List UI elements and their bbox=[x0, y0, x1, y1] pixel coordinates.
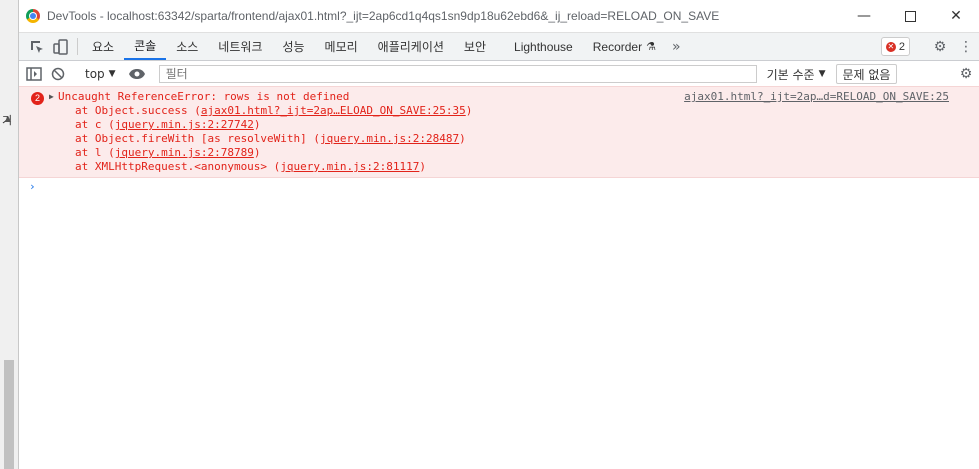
tab-security[interactable]: 보안 bbox=[454, 33, 496, 60]
issues-button[interactable]: 문제 없음 bbox=[835, 64, 898, 84]
more-tabs-button[interactable]: » bbox=[672, 33, 681, 60]
error-text: Uncaught ReferenceError: rows is not def… bbox=[58, 90, 350, 103]
stack-frame-text: ) bbox=[253, 118, 261, 131]
devtools-window: DevTools - localhost:63342/sparta/fronte… bbox=[19, 0, 979, 469]
tab-console[interactable]: 콘솔 bbox=[124, 33, 167, 60]
stack-frame: at Object.fireWith [as resolveWith] (jqu… bbox=[75, 132, 466, 146]
stack-frame-text: at Object.success ( bbox=[75, 104, 201, 117]
stack-frame-text: at c ( bbox=[75, 118, 115, 131]
eye-icon bbox=[128, 69, 145, 79]
console-error-message: 2 ▶ Uncaught ReferenceError: rows is not… bbox=[19, 86, 979, 178]
dropdown-arrow-icon: ▼ bbox=[108, 69, 116, 79]
devtools-right-tools: ✕ 2 ⚙ ⋮ bbox=[880, 33, 979, 60]
stack-frame-link[interactable]: jquery.min.js:2:81117 bbox=[280, 160, 419, 173]
stack-frame-text: at Object.fireWith [as resolveWith] ( bbox=[75, 132, 321, 145]
context-selector-label: top bbox=[85, 67, 105, 81]
scroll-up-arrow-icon[interactable]: ▲ bbox=[5, 114, 11, 123]
background-window: 기 ▲ bbox=[0, 0, 19, 469]
maximize-icon bbox=[904, 10, 916, 22]
minimize-icon: — bbox=[857, 8, 871, 24]
maximize-button[interactable] bbox=[887, 0, 933, 32]
sidebar-toggle-button[interactable] bbox=[22, 67, 46, 81]
toolbar-divider bbox=[77, 38, 78, 55]
filter-input[interactable] bbox=[158, 65, 757, 83]
inspect-cursor-icon bbox=[31, 40, 43, 53]
tab-recorder-label: Recorder bbox=[592, 39, 643, 54]
error-count: 2 bbox=[898, 40, 905, 53]
inspect-element-button[interactable] bbox=[25, 33, 49, 60]
error-circle-icon: ✕ bbox=[885, 41, 896, 52]
tab-lighthouse[interactable]: Lighthouse bbox=[504, 33, 583, 60]
close-icon: ✕ bbox=[950, 8, 962, 24]
customize-menu-button[interactable]: ⋮ bbox=[953, 39, 979, 55]
stack-frame-link[interactable]: ajax01.html?_ijt=2ap…ELOAD_ON_SAVE:25:35 bbox=[201, 104, 466, 117]
kebab-menu-icon: ⋮ bbox=[959, 38, 973, 55]
settings-button[interactable]: ⚙ bbox=[927, 39, 953, 55]
stack-frame-text: ) bbox=[419, 160, 427, 173]
stack-frame-link[interactable]: jquery.min.js:2:78789 bbox=[115, 146, 254, 159]
error-source-link[interactable]: ajax01.html?_ijt=2ap…d=RELOAD_ON_SAVE:25 bbox=[684, 90, 949, 104]
dropdown-arrow-icon: ▼ bbox=[818, 69, 826, 79]
minimize-button[interactable]: — bbox=[841, 0, 887, 32]
devtools-tab-bar: 요소 콘솔 소스 네트워크 성능 메모리 애플리케이션 보안 Lighthous… bbox=[19, 33, 979, 61]
stack-frame: at c (jquery.min.js:2:27742) bbox=[75, 118, 260, 132]
stack-frame-text: at l ( bbox=[75, 146, 115, 159]
stack-frame-text: at XMLHttpRequest.<anonymous> ( bbox=[75, 160, 281, 173]
gear-icon: ⚙ bbox=[959, 66, 973, 82]
device-toolbar-button[interactable] bbox=[49, 33, 73, 60]
tab-network[interactable]: 네트워크 bbox=[208, 33, 272, 60]
tab-elements[interactable]: 요소 bbox=[82, 33, 124, 60]
close-button[interactable]: ✕ bbox=[933, 0, 979, 32]
stack-frame-link[interactable]: jquery.min.js:2:28487 bbox=[320, 132, 459, 145]
background-scrollbar-thumb[interactable] bbox=[4, 360, 14, 469]
tab-sources[interactable]: 소스 bbox=[166, 33, 208, 60]
stack-frame-text: ) bbox=[253, 146, 261, 159]
chrome-logo-icon bbox=[26, 9, 40, 23]
stack-frame-link[interactable]: jquery.min.js:2:27742 bbox=[115, 118, 254, 131]
stack-frame: at l (jquery.min.js:2:78789) bbox=[75, 146, 260, 160]
sidebar-toggle-icon bbox=[26, 67, 42, 81]
stack-frame-text: ) bbox=[465, 104, 473, 117]
clear-console-button[interactable] bbox=[46, 67, 70, 81]
console-settings-button[interactable]: ⚙ bbox=[953, 66, 979, 82]
error-repeat-count-badge: 2 bbox=[31, 92, 44, 105]
expand-triangle-icon[interactable]: ▶ bbox=[49, 92, 54, 101]
log-levels-label: 기본 수준 bbox=[766, 67, 815, 82]
console-filter-bar: top ▼ 기본 수준 ▼ 문제 없음 ⚙ bbox=[19, 61, 979, 88]
stack-frame-text: ) bbox=[459, 132, 466, 145]
title-bar: DevTools - localhost:63342/sparta/fronte… bbox=[19, 0, 979, 33]
console-prompt[interactable]: › bbox=[29, 180, 36, 193]
log-levels-dropdown[interactable]: 기본 수준 ▼ bbox=[767, 66, 826, 83]
tab-application[interactable]: 애플리케이션 bbox=[368, 33, 454, 60]
window-title: DevTools - localhost:63342/sparta/fronte… bbox=[47, 9, 720, 23]
tab-recorder[interactable]: Recorder ⚗ bbox=[583, 33, 666, 60]
tab-performance[interactable]: 성능 bbox=[272, 33, 314, 60]
tab-memory[interactable]: 메모리 bbox=[315, 33, 368, 60]
block-icon bbox=[51, 67, 65, 81]
error-count-badge[interactable]: ✕ 2 bbox=[880, 37, 910, 56]
stack-frame: at Object.success (ajax01.html?_ijt=2ap…… bbox=[75, 104, 472, 118]
stack-frame: at XMLHttpRequest.<anonymous> (jquery.mi… bbox=[75, 160, 426, 174]
gear-icon: ⚙ bbox=[933, 38, 947, 55]
device-toggle-icon bbox=[53, 38, 68, 55]
experiment-flask-icon: ⚗ bbox=[646, 41, 656, 53]
live-expression-button[interactable] bbox=[125, 68, 149, 80]
context-selector[interactable]: top ▼ bbox=[85, 67, 116, 81]
